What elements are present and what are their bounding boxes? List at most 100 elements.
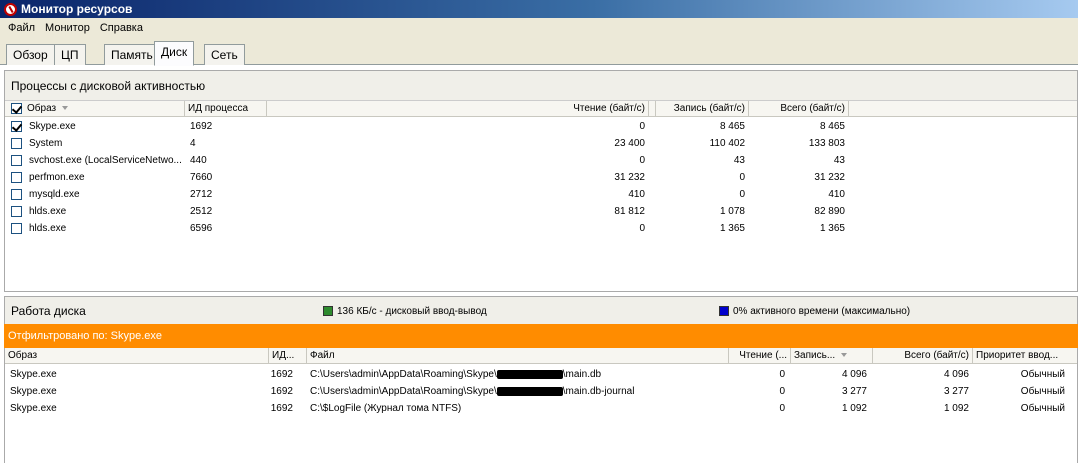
sort-arrow-icon [62, 106, 69, 111]
title-bar: Монитор ресурсов [0, 0, 1078, 18]
process-pid: 6596 [190, 223, 213, 234]
disk-pid: 1692 [270, 386, 293, 397]
process-checkbox[interactable] [11, 206, 22, 217]
process-checkbox[interactable] [11, 172, 22, 183]
process-pid: 440 [190, 155, 207, 166]
col-disk-priority[interactable]: Приоритет ввод... [973, 348, 1078, 364]
window-title: Монитор ресурсов [21, 2, 133, 16]
process-total: 8 465 [819, 121, 845, 132]
process-image: System [29, 138, 63, 149]
process-read: 410 [628, 189, 645, 200]
process-total: 31 232 [814, 172, 845, 183]
table-row[interactable]: perfmon.exe 7660 31 232 0 31 232 [5, 169, 1077, 186]
process-checkbox[interactable] [11, 155, 22, 166]
process-checkbox[interactable] [11, 189, 22, 200]
filter-label: Отфильтровано по: Skype.exe [8, 330, 162, 342]
process-image: hlds.exe [29, 223, 67, 234]
disk-file-name: \main.db [562, 369, 602, 380]
disk-total: 3 277 [943, 386, 969, 397]
process-write: 110 402 [709, 138, 745, 149]
menu-help[interactable]: Справка [96, 22, 147, 34]
col-disk-total[interactable]: Всего (байт/с) [873, 348, 973, 364]
legend-active: 0% активного времени (максимально) [719, 306, 910, 317]
disk-write: 4 096 [841, 369, 867, 380]
table-row[interactable]: mysqld.exe 2712 410 0 410 [5, 186, 1077, 203]
table-row[interactable]: Skype.exe 1692 C:\Users\admin\AppData\Roam… [5, 366, 1077, 383]
process-read: 31 232 [614, 172, 645, 183]
col-disk-pid[interactable]: ИД... [269, 348, 307, 364]
col-disk-image[interactable]: Образ [5, 348, 269, 364]
disk-activity-section-header[interactable]: Работа диска 136 КБ/с - дисковый ввод-вы… [5, 297, 1077, 325]
process-image: perfmon.exe [29, 172, 85, 183]
process-write: 1 078 [719, 206, 745, 217]
table-row[interactable]: hlds.exe 2512 81 812 1 078 82 890 [5, 203, 1077, 220]
process-image: svchost.exe (LocalServiceNetwo... [29, 155, 181, 166]
disk-file-name: \main.db-journal [562, 386, 635, 397]
processes-section-title: Процессы с дисковой активностью [11, 78, 206, 93]
disk-image: Skype.exe [10, 369, 57, 380]
process-checkbox[interactable] [11, 138, 22, 149]
process-total: 82 890 [814, 206, 845, 217]
legend-io: 136 КБ/с - дисковый ввод-вывод [323, 306, 487, 317]
processes-section-header[interactable]: Процессы с дисковой активностью [5, 71, 1077, 101]
disk-file: C:\Users\admin\AppData\Roaming\Skype\ \ma… [310, 369, 725, 380]
tab-cpu[interactable]: ЦП [54, 44, 86, 65]
tab-disk[interactable]: Диск [154, 41, 195, 66]
col-total[interactable]: Всего (байт/с) [749, 101, 849, 117]
select-all-checkbox[interactable] [11, 103, 22, 114]
disk-read: 0 [779, 386, 785, 397]
redacted-mark [496, 369, 563, 379]
process-total: 1 365 [819, 223, 845, 234]
tab-overview[interactable]: Обзор [6, 44, 55, 65]
disk-file: C:\Users\admin\AppData\Roaming\Skype\ \ma… [310, 386, 725, 397]
menu-monitor[interactable]: Монитор [41, 22, 94, 34]
process-image: hlds.exe [29, 206, 67, 217]
col-image-label: Образ [27, 103, 57, 114]
table-row[interactable]: Skype.exe 1692 0 8 465 8 465 [5, 118, 1077, 135]
disk-file-path: C:\Users\admin\AppData\Roaming\Skype\ [310, 386, 497, 397]
redacted-mark [496, 386, 563, 396]
disk-pid: 1692 [270, 403, 293, 414]
legend-active-swatch [719, 306, 729, 317]
tab-bar: Обзор ЦП Память Диск Сеть [0, 38, 1078, 66]
process-write: 0 [739, 172, 745, 183]
process-checkbox[interactable] [11, 223, 22, 234]
disk-file-path: C:\Users\admin\AppData\Roaming\Skype\ [310, 369, 497, 380]
col-write[interactable]: Запись (байт/с) [649, 101, 749, 117]
col-disk-read[interactable]: Чтение (... [729, 348, 791, 364]
process-write: 43 [733, 155, 745, 166]
disk-image: Skype.exe [10, 403, 57, 414]
disk-write: 3 277 [841, 386, 867, 397]
filter-bar[interactable]: Отфильтровано по: Skype.exe [4, 324, 1078, 348]
tab-network[interactable]: Сеть [204, 44, 245, 65]
disk-column-headers: Образ ИД... Файл Чтение (... Запись... В… [5, 348, 1077, 364]
disk-priority: Обычный [1020, 386, 1065, 397]
legend-io-swatch [323, 306, 333, 317]
table-row[interactable]: svchost.exe (LocalServiceNetwo... 440 0 43 4… [5, 152, 1077, 169]
disk-pid: 1692 [270, 369, 293, 380]
col-disk-write[interactable]: Запись... [791, 348, 873, 364]
process-pid: 2512 [190, 206, 213, 217]
menu-file[interactable]: Файл [4, 22, 39, 34]
table-row[interactable]: hlds.exe 6596 0 1 365 1 365 [5, 220, 1077, 237]
disk-file: C:\$LogFile (Журнал тома NTFS) [310, 403, 725, 414]
process-read: 81 812 [614, 206, 645, 217]
tab-memory[interactable]: Память [104, 44, 160, 65]
col-image[interactable]: Образ [5, 101, 185, 117]
process-total: 410 [828, 189, 845, 200]
process-read: 23 400 [614, 138, 645, 149]
table-row[interactable]: Skype.exe 1692 C:\Users\admin\AppData\Roam… [5, 383, 1077, 400]
process-pid: 2712 [190, 189, 213, 200]
process-write: 0 [739, 189, 745, 200]
process-total: 133 803 [808, 138, 845, 149]
process-image: Skype.exe [29, 121, 76, 132]
legend-active-label: 0% активного времени (максимально) [733, 306, 911, 317]
process-read: 0 [639, 121, 645, 132]
col-pid[interactable]: ИД процесса [185, 101, 267, 117]
col-disk-file[interactable]: Файл [307, 348, 729, 364]
process-checkbox[interactable] [11, 121, 22, 132]
disk-write: 1 092 [841, 403, 867, 414]
table-row[interactable]: System 4 23 400 110 402 133 803 [5, 135, 1077, 152]
col-read[interactable]: Чтение (байт/с) [463, 101, 649, 117]
table-row[interactable]: Skype.exe 1692 C:\$LogFile (Журнал тома NT… [5, 400, 1077, 417]
